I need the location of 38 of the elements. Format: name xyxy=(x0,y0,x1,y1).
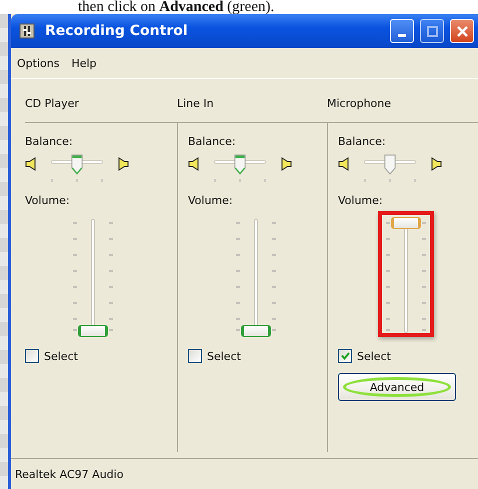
volume-label: Volume: xyxy=(188,194,233,207)
slider-thumb[interactable] xyxy=(391,217,421,229)
window-title: Recording Control xyxy=(45,23,188,39)
maximize-button[interactable] xyxy=(420,19,444,43)
minimize-icon xyxy=(398,34,406,37)
select-checkbox[interactable]: Select xyxy=(188,349,241,363)
balance-label: Balance: xyxy=(25,135,73,148)
checkmark-icon xyxy=(340,352,350,360)
channel-name: Line In xyxy=(177,97,214,110)
menu-item[interactable]: Help xyxy=(71,56,97,70)
slider-thumb[interactable] xyxy=(384,154,396,175)
select-checkbox[interactable]: Select xyxy=(25,349,78,363)
balance-label: Balance: xyxy=(188,135,236,148)
balance-label: Balance: xyxy=(338,135,386,148)
minimize-button[interactable] xyxy=(390,19,414,43)
caption-text: then click on Advanced (green). xyxy=(77,0,276,14)
close-button[interactable] xyxy=(450,19,474,43)
speaker-icon xyxy=(338,157,350,171)
maximize-icon xyxy=(426,26,438,36)
slider-thumb[interactable] xyxy=(234,154,246,175)
volume-label: Volume: xyxy=(338,194,383,207)
speaker-icon xyxy=(25,157,37,171)
channel-name: Microphone xyxy=(327,97,392,110)
speaker-icon xyxy=(280,157,292,171)
channel-name: CD Player xyxy=(25,97,79,110)
slider-thumb[interactable] xyxy=(78,325,108,337)
slider-thumb[interactable] xyxy=(241,325,271,337)
status-bar: Realtek AC97 Audio xyxy=(11,458,478,489)
volume-label: Volume: xyxy=(25,194,70,207)
mixer-icon xyxy=(19,23,35,39)
slider-thumb[interactable] xyxy=(71,154,83,175)
volume-slider[interactable] xyxy=(386,217,426,333)
speaker-icon xyxy=(188,157,200,171)
close-icon xyxy=(456,26,468,36)
speaker-icon xyxy=(117,157,129,171)
speaker-icon xyxy=(430,157,442,171)
menu-item[interactable]: Options xyxy=(17,56,60,70)
select-checkbox[interactable]: Select xyxy=(338,349,391,363)
